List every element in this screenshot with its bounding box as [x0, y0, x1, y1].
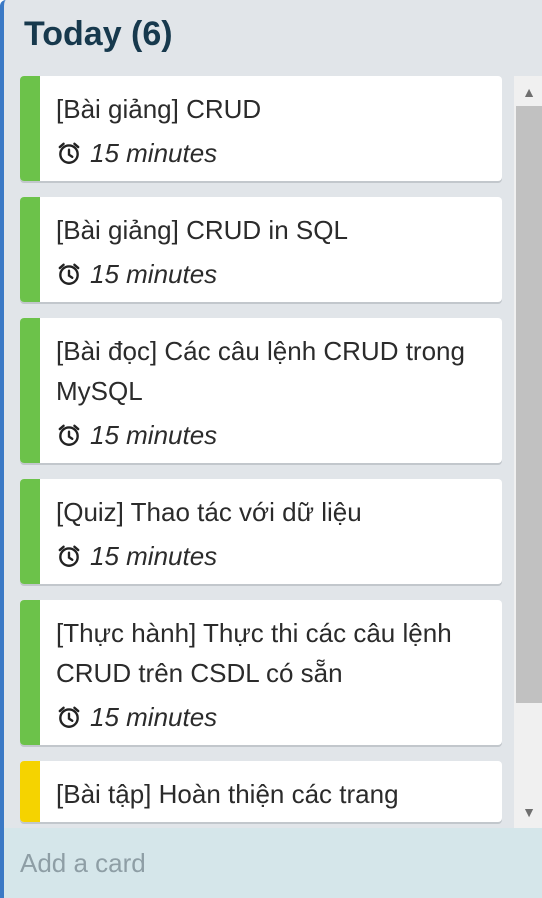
card-title: [Bài tập] Hoàn thiện các trang [56, 779, 399, 809]
add-card-button[interactable]: Add a card [4, 828, 542, 898]
card-label-stripe [20, 318, 40, 463]
alarm-clock-icon [58, 706, 80, 728]
card-label-stripe [20, 600, 40, 745]
alarm-clock-icon [58, 545, 80, 567]
list-title[interactable]: Today (6) [24, 14, 173, 54]
card-meta: 15 minutes [56, 415, 490, 455]
card-label-stripe [20, 197, 40, 302]
card[interactable]: [Quiz] Thao tác với dữ liệu 15 minutes [20, 479, 502, 584]
card-meta: 15 minutes [56, 133, 490, 173]
card-title: [Thực hành] Thực thi các câu lệnh CRUD t… [56, 618, 452, 688]
card-duration: 15 minutes [90, 419, 218, 450]
card-title: [Bài giảng] CRUD in SQL [56, 215, 348, 245]
card-meta: 15 minutes [56, 536, 490, 576]
card-duration: 15 minutes [90, 137, 218, 168]
scroll-up-arrow-icon[interactable]: ▲ [514, 78, 542, 106]
card-meta: 15 minutes [56, 697, 490, 737]
alarm-clock-icon [58, 424, 80, 446]
alarm-clock-icon [58, 142, 80, 164]
today-list: Today (6) [Bài giảng] CRUD 15 minutes [B… [0, 0, 542, 898]
add-card-label: Add a card [20, 847, 146, 878]
cards-scrollbar[interactable]: ▲ ▼ [514, 76, 542, 828]
card-meta: 15 minutes [56, 254, 490, 294]
card-label-stripe [20, 479, 40, 584]
scroll-thumb[interactable] [516, 106, 542, 703]
card[interactable]: [Bài tập] Hoàn thiện các trang [20, 761, 502, 822]
card-title: [Bài đọc] Các câu lệnh CRUD trong MySQL [56, 336, 465, 406]
card-title: [Bài giảng] CRUD [56, 94, 262, 124]
cards-container: [Bài giảng] CRUD 15 minutes [Bài giảng] … [20, 76, 506, 828]
card[interactable]: [Bài giảng] CRUD in SQL 15 minutes [20, 197, 502, 302]
card-label-stripe [20, 76, 40, 181]
card-label-stripe [20, 761, 40, 822]
card-title: [Quiz] Thao tác với dữ liệu [56, 497, 362, 527]
card-duration: 15 minutes [90, 258, 218, 289]
card-duration: 15 minutes [90, 701, 218, 732]
scroll-down-arrow-icon[interactable]: ▼ [514, 798, 542, 826]
alarm-clock-icon [58, 263, 80, 285]
card[interactable]: [Thực hành] Thực thi các câu lệnh CRUD t… [20, 600, 502, 745]
card[interactable]: [Bài đọc] Các câu lệnh CRUD trong MySQL … [20, 318, 502, 463]
card-duration: 15 minutes [90, 540, 218, 571]
card[interactable]: [Bài giảng] CRUD 15 minutes [20, 76, 502, 181]
